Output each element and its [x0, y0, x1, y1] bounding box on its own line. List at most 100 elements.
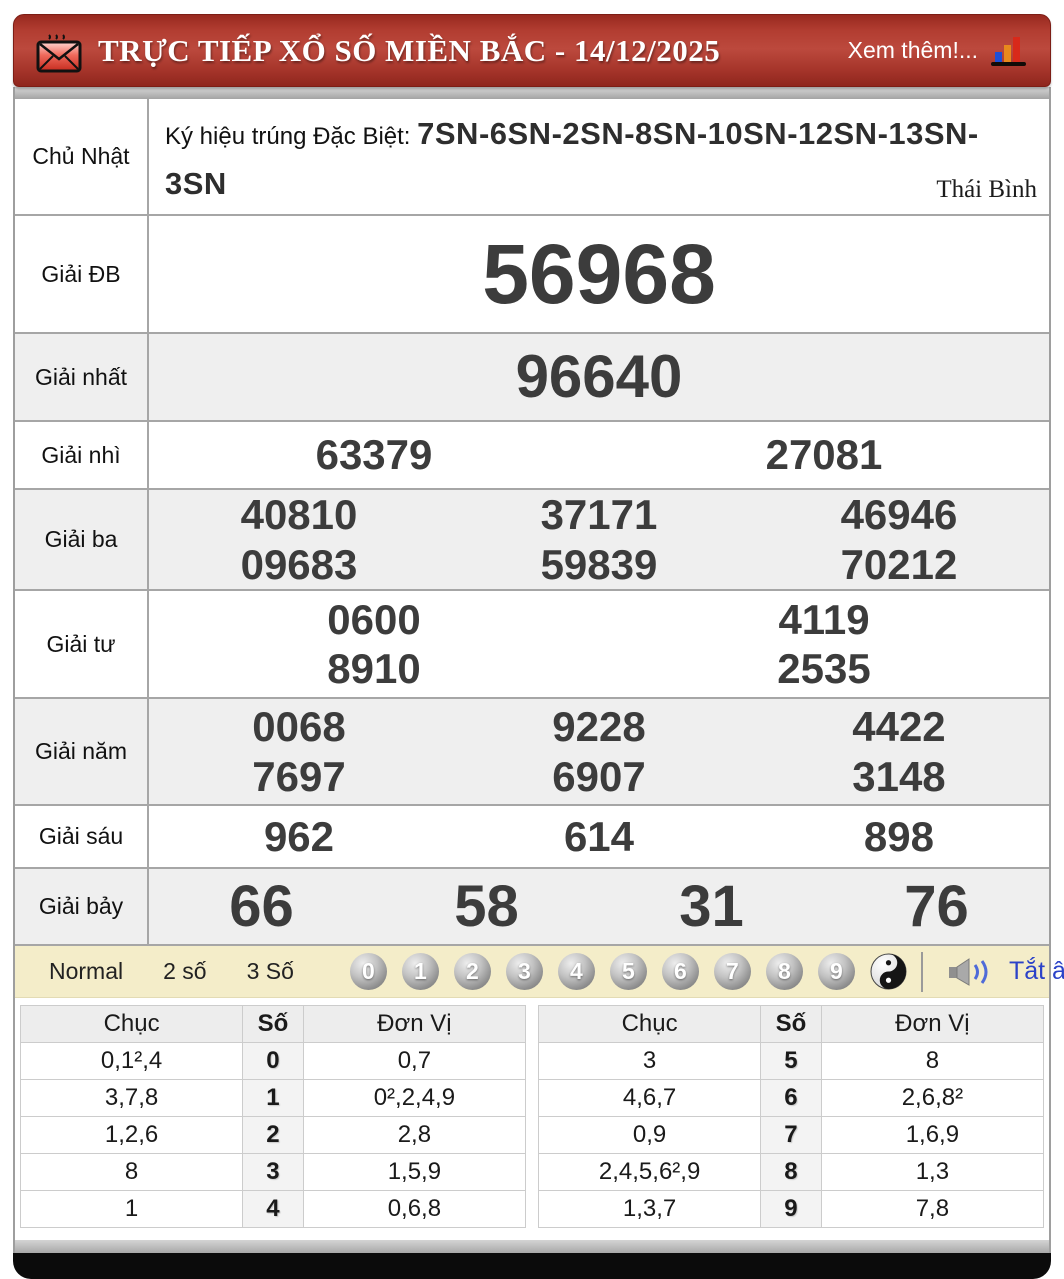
tens-cell: 0,9 — [537, 1116, 762, 1155]
digit-cell: 8 — [760, 1153, 822, 1192]
see-more-link[interactable]: Xem thêm!... — [848, 37, 978, 64]
summary-row: 8 3 1,5,9 — [19, 1153, 527, 1192]
units-cell: 1,6,9 — [820, 1116, 1045, 1155]
tens-cell: 4,6,7 — [537, 1079, 762, 1118]
page-title: TRỰC TIẾP XỔ SỐ MIỀN BẮC - 14/12/2025 — [98, 32, 721, 68]
prize-number: 962 — [263, 813, 335, 860]
prize-label: Giải năm — [15, 699, 149, 805]
digit-ball-4[interactable]: 4 — [557, 953, 595, 991]
symbol-label: Ký hiệu trúng Đặc Biệt: — [165, 123, 418, 150]
prize-number: 8910 — [327, 645, 421, 693]
prize-row-seventh: Giải bảy 66 58 31 76 — [15, 869, 1049, 947]
col-header-tens: Chục — [537, 1005, 762, 1044]
digit-ball-row: 0 1 2 3 4 5 6 7 8 9 — [349, 953, 907, 991]
summary-row: 1,2,6 2 2,8 — [19, 1116, 527, 1155]
digit-ball-9[interactable]: 9 — [817, 953, 855, 991]
prize-number: 0600 — [327, 595, 421, 643]
digit-ball-7[interactable]: 7 — [713, 953, 751, 991]
tens-cell: 1,2,6 — [19, 1116, 244, 1155]
special-prize-number: 56968 — [482, 226, 716, 321]
col-header-units: Đơn Vị — [302, 1005, 527, 1044]
prize-number: 66 — [229, 873, 294, 939]
prize-row-special: Giải ĐB 56968 — [15, 216, 1049, 335]
digit-cell: 0 — [242, 1042, 304, 1081]
digit-ball-3[interactable]: 3 — [505, 953, 543, 991]
divider — [920, 951, 923, 992]
tens-cell: 1 — [19, 1190, 244, 1229]
day-label: Chủ Nhật — [15, 99, 149, 215]
units-cell: 1,3 — [820, 1153, 1045, 1192]
col-header-digit: Số — [760, 1005, 822, 1044]
prize-number: 40810 — [240, 491, 358, 539]
prize-label: Giải nhất — [15, 334, 149, 421]
units-cell: 2,6,8² — [820, 1079, 1045, 1118]
tens-cell: 0,1²,4 — [19, 1042, 244, 1081]
units-cell: 0,7 — [302, 1042, 527, 1081]
prize-number: 59839 — [540, 540, 658, 588]
prize-row-second: Giải nhì 63379 27081 — [15, 422, 1049, 491]
prize-number: 4119 — [778, 595, 870, 643]
units-cell: 0,6,8 — [302, 1190, 527, 1229]
col-header-digit: Số — [242, 1005, 304, 1044]
digit-cell: 5 — [760, 1042, 822, 1081]
units-cell: 1,5,9 — [302, 1153, 527, 1192]
digit-ball-6[interactable]: 6 — [661, 953, 699, 991]
prize-label: Giải sáu — [15, 806, 149, 868]
units-cell: 8 — [820, 1042, 1045, 1081]
prize-row-first: Giải nhất 96640 — [15, 334, 1049, 423]
prize-number: 09683 — [240, 540, 358, 588]
units-cell: 0²,2,4,9 — [302, 1079, 527, 1118]
prize-number: 2535 — [777, 645, 871, 693]
digit-summary-section: Chục Số Đơn Vị 0,1²,4 0 0,7 3,7,8 1 0²,2… — [15, 998, 1049, 1241]
special-symbol-cell: Ký hiệu trúng Đặc Biệt: 7SN-6SN-2SN-8SN-… — [149, 99, 1049, 214]
digit-ball-8[interactable]: 8 — [765, 953, 803, 991]
prize-number: 31 — [679, 873, 744, 939]
summary-row: 1,3,7 9 7,8 — [537, 1190, 1045, 1229]
tens-cell: 3,7,8 — [19, 1079, 244, 1118]
summary-row: 2,4,5,6²,9 8 1,3 — [537, 1153, 1045, 1192]
prize-number: 76 — [904, 873, 969, 939]
prize-number: 898 — [863, 813, 934, 860]
bottom-gray-strip — [15, 1240, 1049, 1254]
summary-row: 3,7,8 1 0²,2,4,9 — [19, 1079, 527, 1118]
widget-footer-bar — [13, 1253, 1051, 1279]
summary-row: 0,9 7 1,6,9 — [537, 1116, 1045, 1155]
digit-ball-5[interactable]: 5 — [609, 953, 647, 991]
prize-number: 58 — [454, 873, 519, 939]
digit-ball-1[interactable]: 1 — [401, 953, 439, 991]
tens-cell: 8 — [19, 1153, 244, 1192]
prize-label: Giải tư — [15, 591, 149, 698]
info-row: Chủ Nhật Ký hiệu trúng Đặc Biệt: 7SN-6SN… — [15, 99, 1049, 217]
prize-label: Giải nhì — [15, 422, 149, 489]
digit-cell: 3 — [242, 1153, 304, 1192]
prize-row-third: Giải ba 40810 37171 46946 09683 59839 70… — [15, 490, 1049, 592]
mute-button[interactable]: Tắt âm — [1009, 957, 1064, 986]
mode-3-digits[interactable]: 3 Số — [227, 958, 314, 985]
prize-number: 63379 — [315, 431, 433, 479]
header: TRỰC TIẾP XỔ SỐ MIỀN BẮC - 14/12/2025 Xe… — [13, 14, 1051, 87]
prize-number: 0068 — [252, 703, 346, 751]
results-frame: Chủ Nhật Ký hiệu trúng Đặc Biệt: 7SN-6SN… — [13, 87, 1064, 1254]
prize-row-fourth: Giải tư 0600 4119 8910 2535 — [15, 591, 1049, 700]
prize-label: Giải ĐB — [15, 216, 149, 333]
tens-cell: 2,4,5,6²,9 — [537, 1153, 762, 1192]
sound-controls: Tắt âm — [907, 951, 1064, 992]
summary-row: 4,6,7 6 2,6,8² — [537, 1079, 1045, 1118]
digit-cell: 2 — [242, 1116, 304, 1155]
digit-cell: 1 — [242, 1079, 304, 1118]
yin-yang-icon[interactable] — [870, 953, 907, 990]
tens-cell: 1,3,7 — [537, 1190, 762, 1229]
mode-normal[interactable]: Normal — [29, 958, 143, 985]
mode-2-digits[interactable]: 2 số — [143, 958, 226, 985]
digit-ball-0[interactable]: 0 — [349, 953, 387, 991]
prize-number: 96640 — [515, 342, 683, 410]
speaker-icon[interactable] — [947, 957, 999, 987]
summary-table-left: Chục Số Đơn Vị 0,1²,4 0 0,7 3,7,8 1 0²,2… — [19, 1005, 527, 1229]
prize-number: 46946 — [840, 491, 958, 539]
prize-number: 3148 — [852, 752, 946, 800]
summary-row: 0,1²,4 0 0,7 — [19, 1042, 527, 1081]
province-name: Thái Bình — [936, 176, 1037, 204]
chart-icon[interactable] — [990, 34, 1028, 68]
digit-cell: 4 — [242, 1190, 304, 1229]
digit-ball-2[interactable]: 2 — [453, 953, 491, 991]
